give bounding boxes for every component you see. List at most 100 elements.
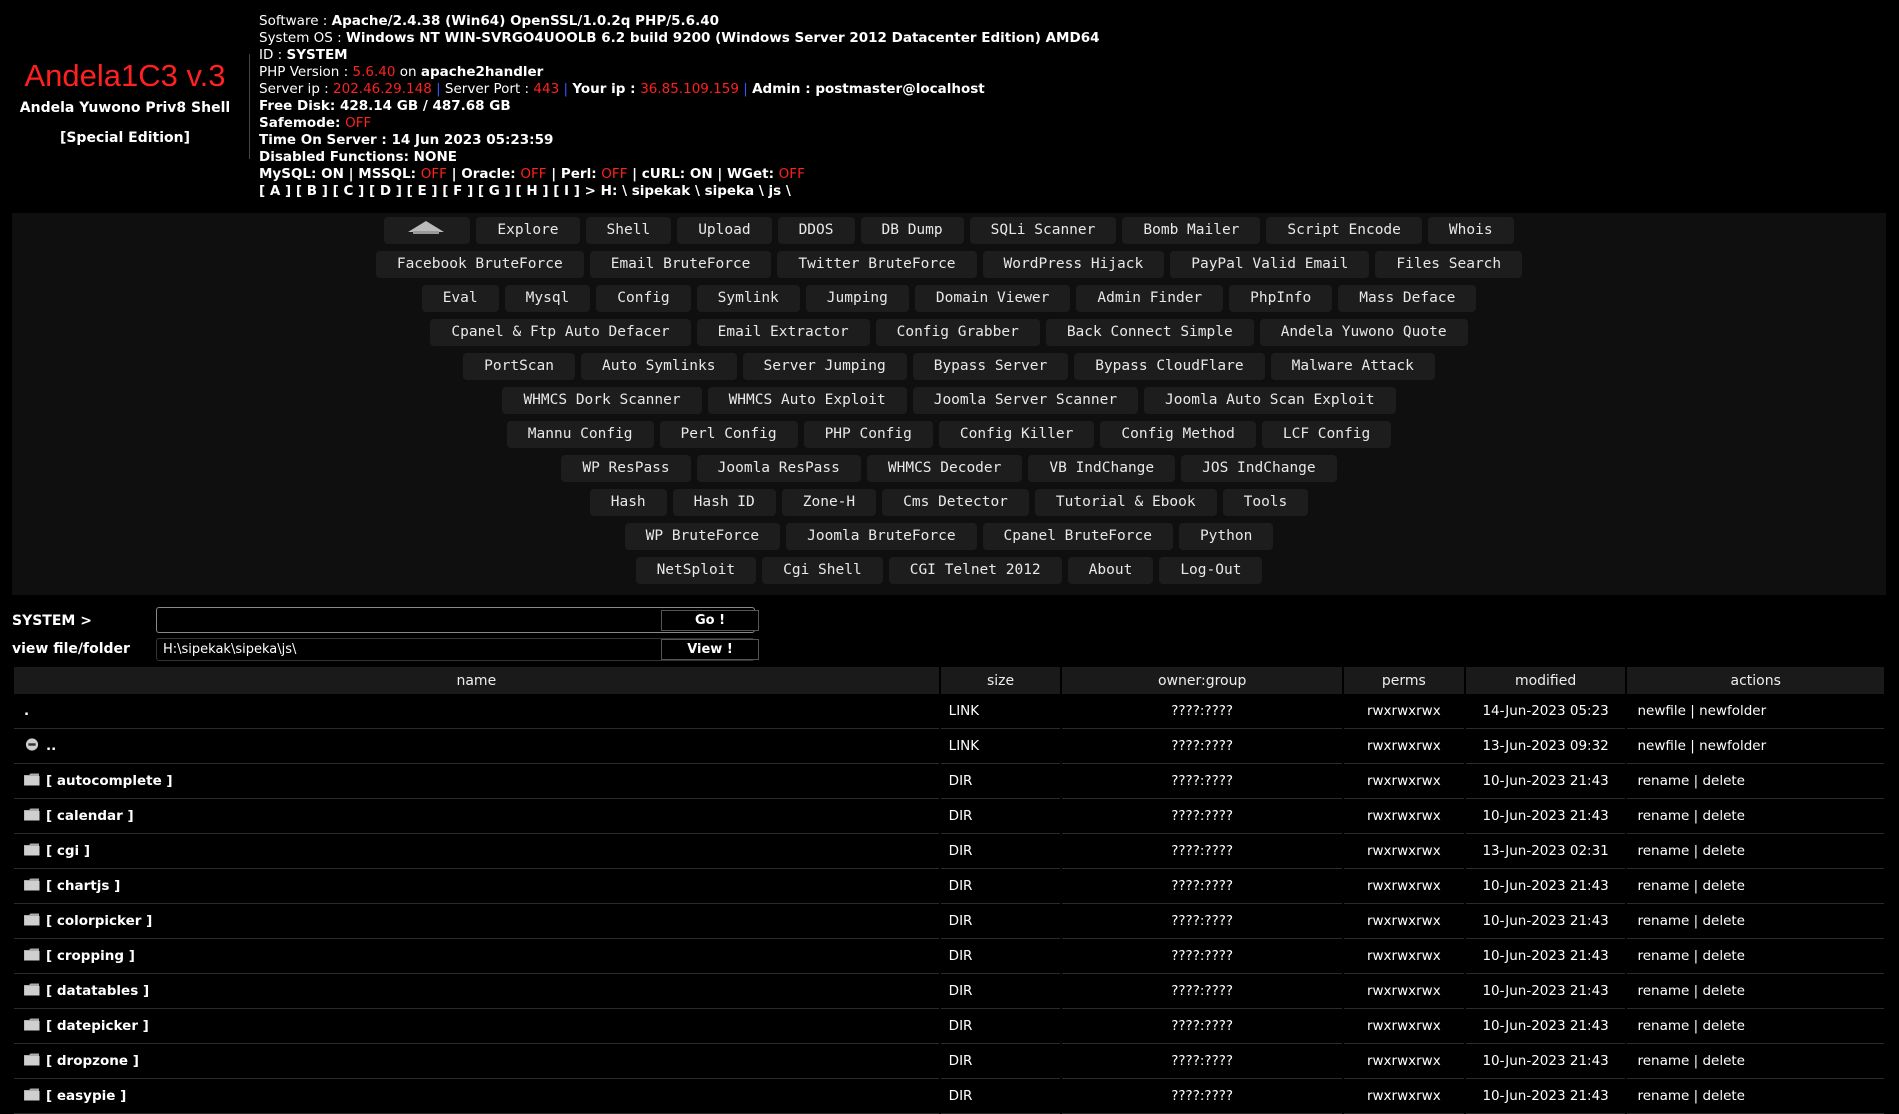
file-name[interactable]: . xyxy=(24,703,29,719)
menu-item-cms-detector[interactable]: Cms Detector xyxy=(882,489,1029,516)
col-owner-group-header[interactable]: owner:group xyxy=(1062,667,1342,694)
file-name[interactable]: [ cgi ] xyxy=(46,843,90,859)
menu-item-cpanel-ftp-auto-defacer[interactable]: Cpanel & Ftp Auto Defacer xyxy=(430,319,691,346)
menu-item-perl-config[interactable]: Perl Config xyxy=(659,421,798,448)
file-name-cell[interactable]: [ easypie ] xyxy=(14,1079,939,1114)
menu-item-mass-deface[interactable]: Mass Deface xyxy=(1338,285,1477,312)
file-actions[interactable]: rename | delete xyxy=(1627,869,1884,904)
file-actions[interactable]: rename | delete xyxy=(1627,904,1884,939)
menu-item-bypass-server[interactable]: Bypass Server xyxy=(912,353,1069,380)
file-perms[interactable]: rwxrwxrwx xyxy=(1343,904,1464,939)
file-perms[interactable]: rwxrwxrwx xyxy=(1343,764,1464,799)
file-actions[interactable]: newfile | newfolder xyxy=(1627,729,1884,764)
file-name[interactable]: [ calendar ] xyxy=(46,808,134,824)
menu-item-phpinfo[interactable]: PhpInfo xyxy=(1229,285,1333,312)
menu-item-whmcs-auto-exploit[interactable]: WHMCS Auto Exploit xyxy=(707,387,907,414)
menu-item-db-dump[interactable]: DB Dump xyxy=(860,217,964,244)
menu-item-symlink[interactable]: Symlink xyxy=(696,285,800,312)
menu-item-cpanel-bruteforce[interactable]: Cpanel BruteForce xyxy=(982,523,1173,550)
menu-item-malware-attack[interactable]: Malware Attack xyxy=(1270,353,1435,380)
file-perms[interactable]: rwxrwxrwx xyxy=(1343,799,1464,834)
table-row[interactable]: [ easypie ] DIR????:???? rwxrwxrwx 10-Jun-2… xyxy=(14,1079,1884,1114)
file-modified[interactable]: 10-Jun-2023 21:43 xyxy=(1465,764,1626,799)
menu-item-upload[interactable]: Upload xyxy=(677,217,772,244)
menu-item-config-grabber[interactable]: Config Grabber xyxy=(875,319,1040,346)
file-name[interactable]: [ datepicker ] xyxy=(46,1018,149,1034)
table-row[interactable]: [ datepicker ] DIR????:???? rwxrwxrwx 10-Ju… xyxy=(14,1009,1884,1044)
menu-item-wordpress-hijack[interactable]: WordPress Hijack xyxy=(982,251,1165,278)
menu-item-eval[interactable]: Eval xyxy=(421,285,499,312)
file-modified[interactable]: 10-Jun-2023 21:43 xyxy=(1465,939,1626,974)
col-name-header[interactable]: name xyxy=(14,667,939,694)
menu-item-cgi-telnet-2012[interactable]: CGI Telnet 2012 xyxy=(888,557,1062,584)
file-name-cell[interactable]: [ colorpicker ] xyxy=(14,904,939,939)
menu-item-shell[interactable]: Shell xyxy=(585,217,672,244)
menu-item-files-search[interactable]: Files Search xyxy=(1375,251,1523,278)
file-name-cell[interactable]: [ chartjs ] xyxy=(14,869,939,904)
menu-item-tools[interactable]: Tools xyxy=(1222,489,1309,516)
menu-item-python[interactable]: Python xyxy=(1178,523,1274,550)
file-actions[interactable]: rename | delete xyxy=(1627,1079,1884,1114)
file-name-cell[interactable]: [ datatables ] xyxy=(14,974,939,1009)
menu-item-joomla-bruteforce[interactable]: Joomla BruteForce xyxy=(786,523,977,550)
menu-item-script-encode[interactable]: Script Encode xyxy=(1266,217,1422,244)
menu-item-wp-respass[interactable]: WP ResPass xyxy=(561,455,691,482)
file-name[interactable]: [ colorpicker ] xyxy=(46,913,152,929)
file-name-cell[interactable]: [ cgi ] xyxy=(14,834,939,869)
menu-item-domain-viewer[interactable]: Domain Viewer xyxy=(914,285,1071,312)
table-row[interactable]: [ chartjs ] DIR????:???? rwxrwxrwx 10-Jun-2… xyxy=(14,869,1884,904)
menu-item-log-out[interactable]: Log-Out xyxy=(1159,557,1263,584)
file-actions[interactable]: newfile | newfolder xyxy=(1627,694,1884,729)
home-button[interactable] xyxy=(384,217,471,244)
menu-item-lcf-config[interactable]: LCF Config xyxy=(1261,421,1392,448)
menu-item-joomla-respass[interactable]: Joomla ResPass xyxy=(696,455,861,482)
menu-item-andela-yuwono-quote[interactable]: Andela Yuwono Quote xyxy=(1259,319,1468,346)
menu-item-auto-symlinks[interactable]: Auto Symlinks xyxy=(581,353,737,380)
menu-item-cgi-shell[interactable]: Cgi Shell xyxy=(762,557,883,584)
col-modified-header[interactable]: modified xyxy=(1465,667,1626,694)
file-name-cell[interactable]: .. xyxy=(14,729,939,764)
menu-item-wp-bruteforce[interactable]: WP BruteForce xyxy=(624,523,781,550)
menu-item-about[interactable]: About xyxy=(1067,557,1154,584)
file-name[interactable]: .. xyxy=(46,738,56,754)
menu-item-server-jumping[interactable]: Server Jumping xyxy=(742,353,907,380)
menu-item-ddos[interactable]: DDOS xyxy=(777,217,855,244)
menu-item-whmcs-decoder[interactable]: WHMCS Decoder xyxy=(866,455,1023,482)
file-actions[interactable]: rename | delete xyxy=(1627,1009,1884,1044)
menu-item-hash-id[interactable]: Hash ID xyxy=(672,489,776,516)
menu-item-back-connect-simple[interactable]: Back Connect Simple xyxy=(1045,319,1254,346)
file-name-cell[interactable]: [ autocomplete ] xyxy=(14,764,939,799)
menu-item-jumping[interactable]: Jumping xyxy=(805,285,909,312)
menu-item-joomla-auto-scan-exploit[interactable]: Joomla Auto Scan Exploit xyxy=(1144,387,1396,414)
table-row[interactable]: [ cgi ] DIR????:???? rwxrwxrwx 13-Jun-2023 … xyxy=(14,834,1884,869)
col-size-header[interactable]: size xyxy=(940,667,1061,694)
file-actions[interactable]: rename | delete xyxy=(1627,1044,1884,1079)
menu-item-php-config[interactable]: PHP Config xyxy=(803,421,933,448)
file-name[interactable]: [ cropping ] xyxy=(46,948,135,964)
menu-item-mannu-config[interactable]: Mannu Config xyxy=(506,421,654,448)
table-row[interactable]: [ calendar ] DIR????:???? rwxrwxrwx 10-Jun-… xyxy=(14,799,1884,834)
file-perms[interactable]: rwxrwxrwx xyxy=(1343,1079,1464,1114)
table-row[interactable]: [ cropping ] DIR????:???? rwxrwxrwx 10-Jun-… xyxy=(14,939,1884,974)
menu-item-whmcs-dork-scanner[interactable]: WHMCS Dork Scanner xyxy=(502,387,702,414)
menu-item-vb-indchange[interactable]: VB IndChange xyxy=(1028,455,1176,482)
menu-item-twitter-bruteforce[interactable]: Twitter BruteForce xyxy=(777,251,977,278)
menu-item-email-bruteforce[interactable]: Email BruteForce xyxy=(589,251,772,278)
table-row[interactable]: [ dropzone ] DIR????:???? rwxrwxrwx 10-Jun-… xyxy=(14,1044,1884,1079)
menu-item-config-method[interactable]: Config Method xyxy=(1100,421,1256,448)
menu-item-facebook-bruteforce[interactable]: Facebook BruteForce xyxy=(375,251,584,278)
drive-links[interactable]: [ A ] [ B ] [ C ] [ D ] [ E ] [ F ] [ G … xyxy=(259,183,1099,200)
menu-item-jos-indchange[interactable]: JOS IndChange xyxy=(1181,455,1337,482)
file-modified[interactable]: 10-Jun-2023 21:43 xyxy=(1465,1044,1626,1079)
menu-item-admin-finder[interactable]: Admin Finder xyxy=(1076,285,1224,312)
menu-item-explore[interactable]: Explore xyxy=(476,217,580,244)
file-perms[interactable]: rwxrwxrwx xyxy=(1343,729,1464,764)
file-modified[interactable]: 13-Jun-2023 09:32 xyxy=(1465,729,1626,764)
file-actions[interactable]: rename | delete xyxy=(1627,799,1884,834)
menu-item-whois[interactable]: Whois xyxy=(1427,217,1514,244)
view-button[interactable]: View ! xyxy=(661,639,759,660)
menu-item-bypass-cloudflare[interactable]: Bypass CloudFlare xyxy=(1074,353,1265,380)
file-modified[interactable]: 13-Jun-2023 02:31 xyxy=(1465,834,1626,869)
file-perms[interactable]: rwxrwxrwx xyxy=(1343,1009,1464,1044)
file-perms[interactable]: rwxrwxrwx xyxy=(1343,974,1464,1009)
